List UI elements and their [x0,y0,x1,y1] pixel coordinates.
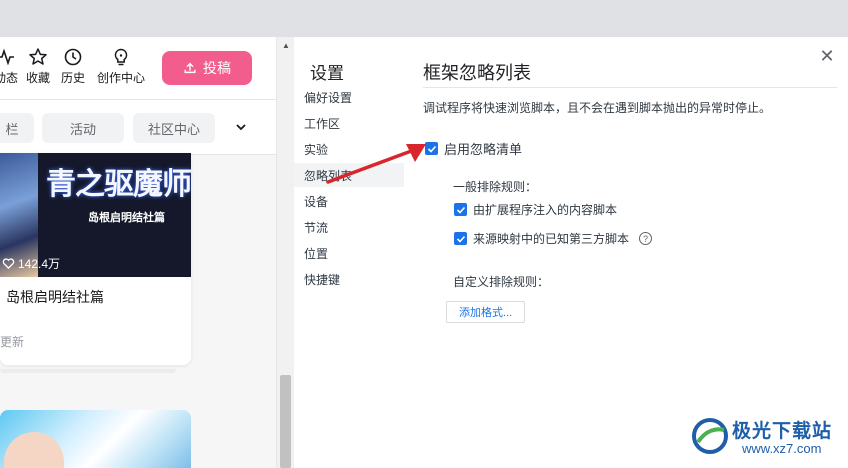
nav-label: 历史 [61,71,86,85]
video-title[interactable]: 岛根启明结社篇 [6,287,104,307]
nav-item-creator-center[interactable]: 创作中心 [97,47,145,86]
like-count-value: 142.4万 [18,257,61,271]
nav-label: 动态 [0,71,19,85]
sidebar-item-shortcuts[interactable]: 快捷键 [304,267,414,291]
nav-item-favorites[interactable]: 收藏 [26,47,50,86]
video-cover-2[interactable] [0,410,191,468]
tag-community[interactable]: 社区中心 [133,113,215,143]
devtools-settings-panel: 设置 偏好设置 工作区 实验 忽略列表 设备 节流 位置 快捷键 ✕ 框架忽略列… [294,37,848,468]
pane-description: 调试程序将快速浏览脚本，且不会在遇到脚本抛出的异常时停止。 [423,101,772,115]
checkmark-icon [456,235,465,243]
checkmark-icon [456,206,465,214]
add-pattern-button[interactable]: 添加格式... [446,301,526,323]
page-scrollbar[interactable]: ▲ [276,37,294,468]
enable-ignore-list-row[interactable]: 启用忽略清单 [425,139,522,158]
sidebar-item-locations[interactable]: 位置 [304,241,414,265]
sidebar-item-preferences[interactable]: 偏好设置 [304,85,414,109]
chevron-down-icon[interactable] [233,119,249,135]
rule-third-party-scripts-label: 来源映射中的已知第三方脚本 [473,232,630,246]
custom-rules-label: 自定义排除规则： [453,275,550,289]
site-header: 动态 收藏 历史 创作中心 投稿 栏 活动 社区中心 [0,37,276,155]
nav-label: 创作中心 [97,71,146,85]
pane-title: 框架忽略列表 [423,63,531,83]
rule-third-party-scripts-row[interactable]: 来源映射中的已知第三方脚本 ? [454,230,653,247]
star-icon [29,48,47,65]
tag-label: 社区中心 [147,121,200,137]
sidebar-item-workspace[interactable]: 工作区 [304,111,414,135]
video-card[interactable]: 青之驱魔师 岛根启明结社篇 142.4万 岛根启明结社篇 更新 [0,153,191,365]
activity-icon [0,48,14,66]
rule-third-party-scripts-checkbox[interactable] [454,232,467,245]
clock-icon [64,48,82,66]
cover-art [4,432,64,468]
nav-label: 收藏 [26,71,51,85]
scroll-up-arrow-icon[interactable]: ▲ [282,41,290,50]
watermark-url: www.xz7.com [742,441,822,456]
website-panel: 动态 收藏 历史 创作中心 投稿 栏 活动 社区中心 青之驱魔师 岛根启明结社篇 [0,37,294,468]
rule-extension-scripts-row[interactable]: 由扩展程序注入的内容脚本 [454,201,617,218]
lightbulb-icon [114,48,128,66]
settings-title: 设置 [310,64,344,83]
add-pattern-label: 添加格式... [459,307,513,319]
nav-item-history[interactable]: 历史 [61,47,85,86]
enable-ignore-list-label: 启用忽略清单 [444,142,523,157]
annotation-arrow-icon [326,144,426,184]
tag-partial[interactable]: 栏 [0,113,34,143]
nav-item-dynamic[interactable]: 动态 [0,47,18,86]
upload-icon [184,62,196,74]
watermark: 极光下载站 www.xz7.com [690,414,842,464]
tag-label: 活动 [69,121,96,137]
tag-activity[interactable]: 活动 [42,113,124,143]
browser-top-bar [0,0,848,37]
header-divider [0,99,276,100]
video-meta: 更新 [0,335,25,349]
video-cover[interactable]: 青之驱魔师 岛根启明结社篇 142.4万 [0,153,191,277]
sidebar-item-throttling[interactable]: 节流 [304,215,414,239]
general-rules-label: 一般排除规则： [453,180,538,194]
title-divider [423,87,837,88]
rule-extension-scripts-checkbox[interactable] [454,203,467,216]
cover-title: 青之驱魔师 [46,167,191,202]
cover-subtitle: 岛根启明结社篇 [88,212,165,224]
heart-icon [2,258,15,270]
card-stack-shadow [0,369,176,373]
upload-label: 投稿 [203,60,231,76]
rule-extension-scripts-label: 由扩展程序注入的内容脚本 [473,203,618,217]
close-icon[interactable]: ✕ [818,46,836,66]
help-icon[interactable]: ? [639,232,653,245]
scrollbar-thumb[interactable] [280,375,291,468]
like-count: 142.4万 [2,255,60,272]
sidebar-item-devices[interactable]: 设备 [304,189,414,213]
watermark-name: 极光下载站 [732,421,833,442]
tag-label: 栏 [5,121,19,137]
upload-button[interactable]: 投稿 [162,51,252,85]
watermark-logo-icon [692,418,728,454]
